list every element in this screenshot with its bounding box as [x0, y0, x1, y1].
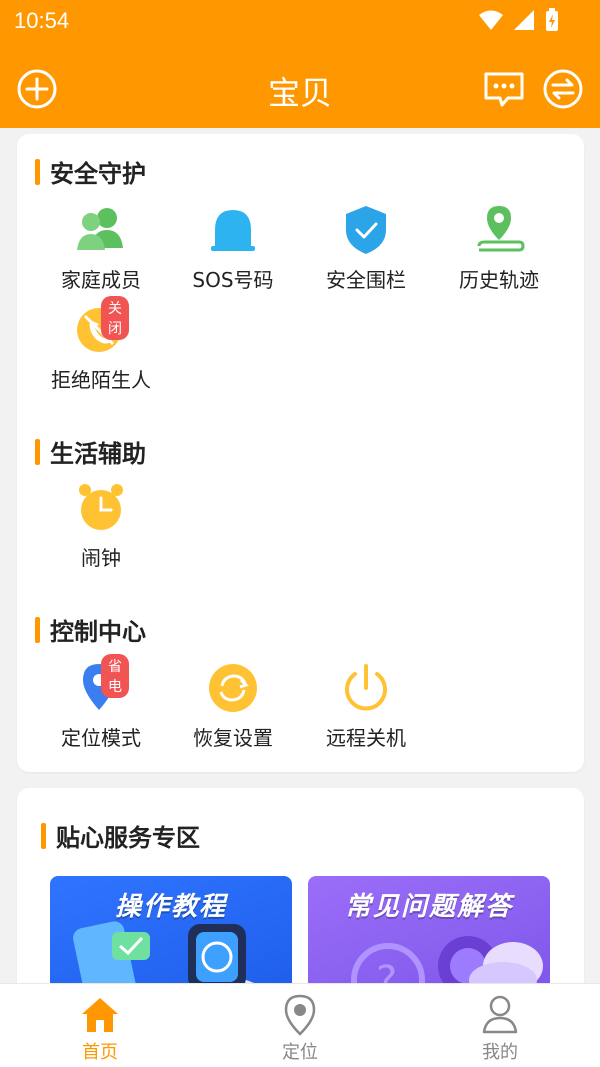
section-marker	[35, 616, 40, 643]
message-button[interactable]	[482, 68, 524, 110]
bell-icon	[205, 202, 261, 258]
item-alarm[interactable]: 闹钟	[35, 480, 167, 571]
signal-icon	[514, 10, 534, 30]
status-icons	[478, 8, 560, 32]
tab-home[interactable]: 首页	[50, 992, 150, 1064]
app-header: 宝贝	[0, 40, 600, 128]
item-label: 历史轨迹	[459, 268, 539, 292]
status-badge: 省电	[101, 654, 129, 698]
location-pin-icon	[278, 992, 322, 1036]
user-icon	[478, 992, 522, 1036]
wifi-icon	[479, 10, 503, 30]
item-history[interactable]: 历史轨迹	[433, 202, 565, 293]
location-mode-icon: 省电	[73, 654, 129, 716]
functions-card: 安全守护 家庭成员 SOS号码 安全围栏 历史轨迹 关闭 拒绝陌生人 生活辅助 …	[17, 134, 584, 772]
power-icon	[338, 660, 394, 716]
status-bar: 10:54	[0, 0, 600, 40]
section-title-services: 贴心服务专区	[41, 818, 200, 853]
reject-call-icon: 关闭	[73, 296, 129, 358]
status-time: 10:54	[14, 8, 70, 33]
item-power-off[interactable]: 远程关机	[300, 660, 432, 751]
restore-icon	[205, 660, 261, 716]
status-badge: 关闭	[101, 296, 129, 340]
section-marker	[35, 438, 40, 465]
tab-profile[interactable]: 我的	[450, 992, 550, 1064]
battery-icon	[546, 8, 558, 31]
item-label: 远程关机	[326, 726, 406, 750]
bottom-nav: 首页 定位 我的	[0, 983, 600, 1067]
shield-icon	[338, 202, 394, 258]
home-icon	[78, 992, 122, 1036]
item-label: 恢复设置	[193, 726, 273, 750]
item-label: SOS号码	[192, 268, 274, 292]
switch-arrows-icon	[543, 69, 583, 109]
item-location-mode[interactable]: 省电 定位模式	[35, 654, 167, 751]
section-title-control: 控制中心	[35, 612, 146, 647]
item-label: 拒绝陌生人	[51, 368, 151, 392]
tab-location[interactable]: 定位	[250, 992, 350, 1064]
item-label: 家庭成员	[61, 268, 141, 292]
tab-label: 我的	[482, 1042, 518, 1063]
section-title-life: 生活辅助	[35, 434, 146, 469]
item-label: 闹钟	[81, 546, 121, 570]
switch-device-button[interactable]	[542, 68, 584, 110]
item-label: 安全围栏	[326, 268, 406, 292]
item-restore[interactable]: 恢复设置	[167, 660, 299, 751]
section-marker	[35, 158, 40, 185]
item-fence[interactable]: 安全围栏	[300, 202, 432, 293]
tab-label: 首页	[82, 1042, 118, 1063]
section-title-safety: 安全守护	[35, 154, 146, 189]
section-marker	[41, 822, 46, 849]
family-icon	[73, 202, 129, 258]
item-label: 定位模式	[61, 726, 141, 750]
chat-bubble-icon	[484, 72, 524, 107]
tab-label: 定位	[282, 1042, 318, 1063]
item-sos[interactable]: SOS号码	[167, 202, 299, 293]
item-family[interactable]: 家庭成员	[35, 202, 167, 293]
track-icon	[471, 202, 527, 258]
alarm-icon	[73, 480, 129, 536]
item-reject-stranger[interactable]: 关闭 拒绝陌生人	[35, 296, 167, 393]
